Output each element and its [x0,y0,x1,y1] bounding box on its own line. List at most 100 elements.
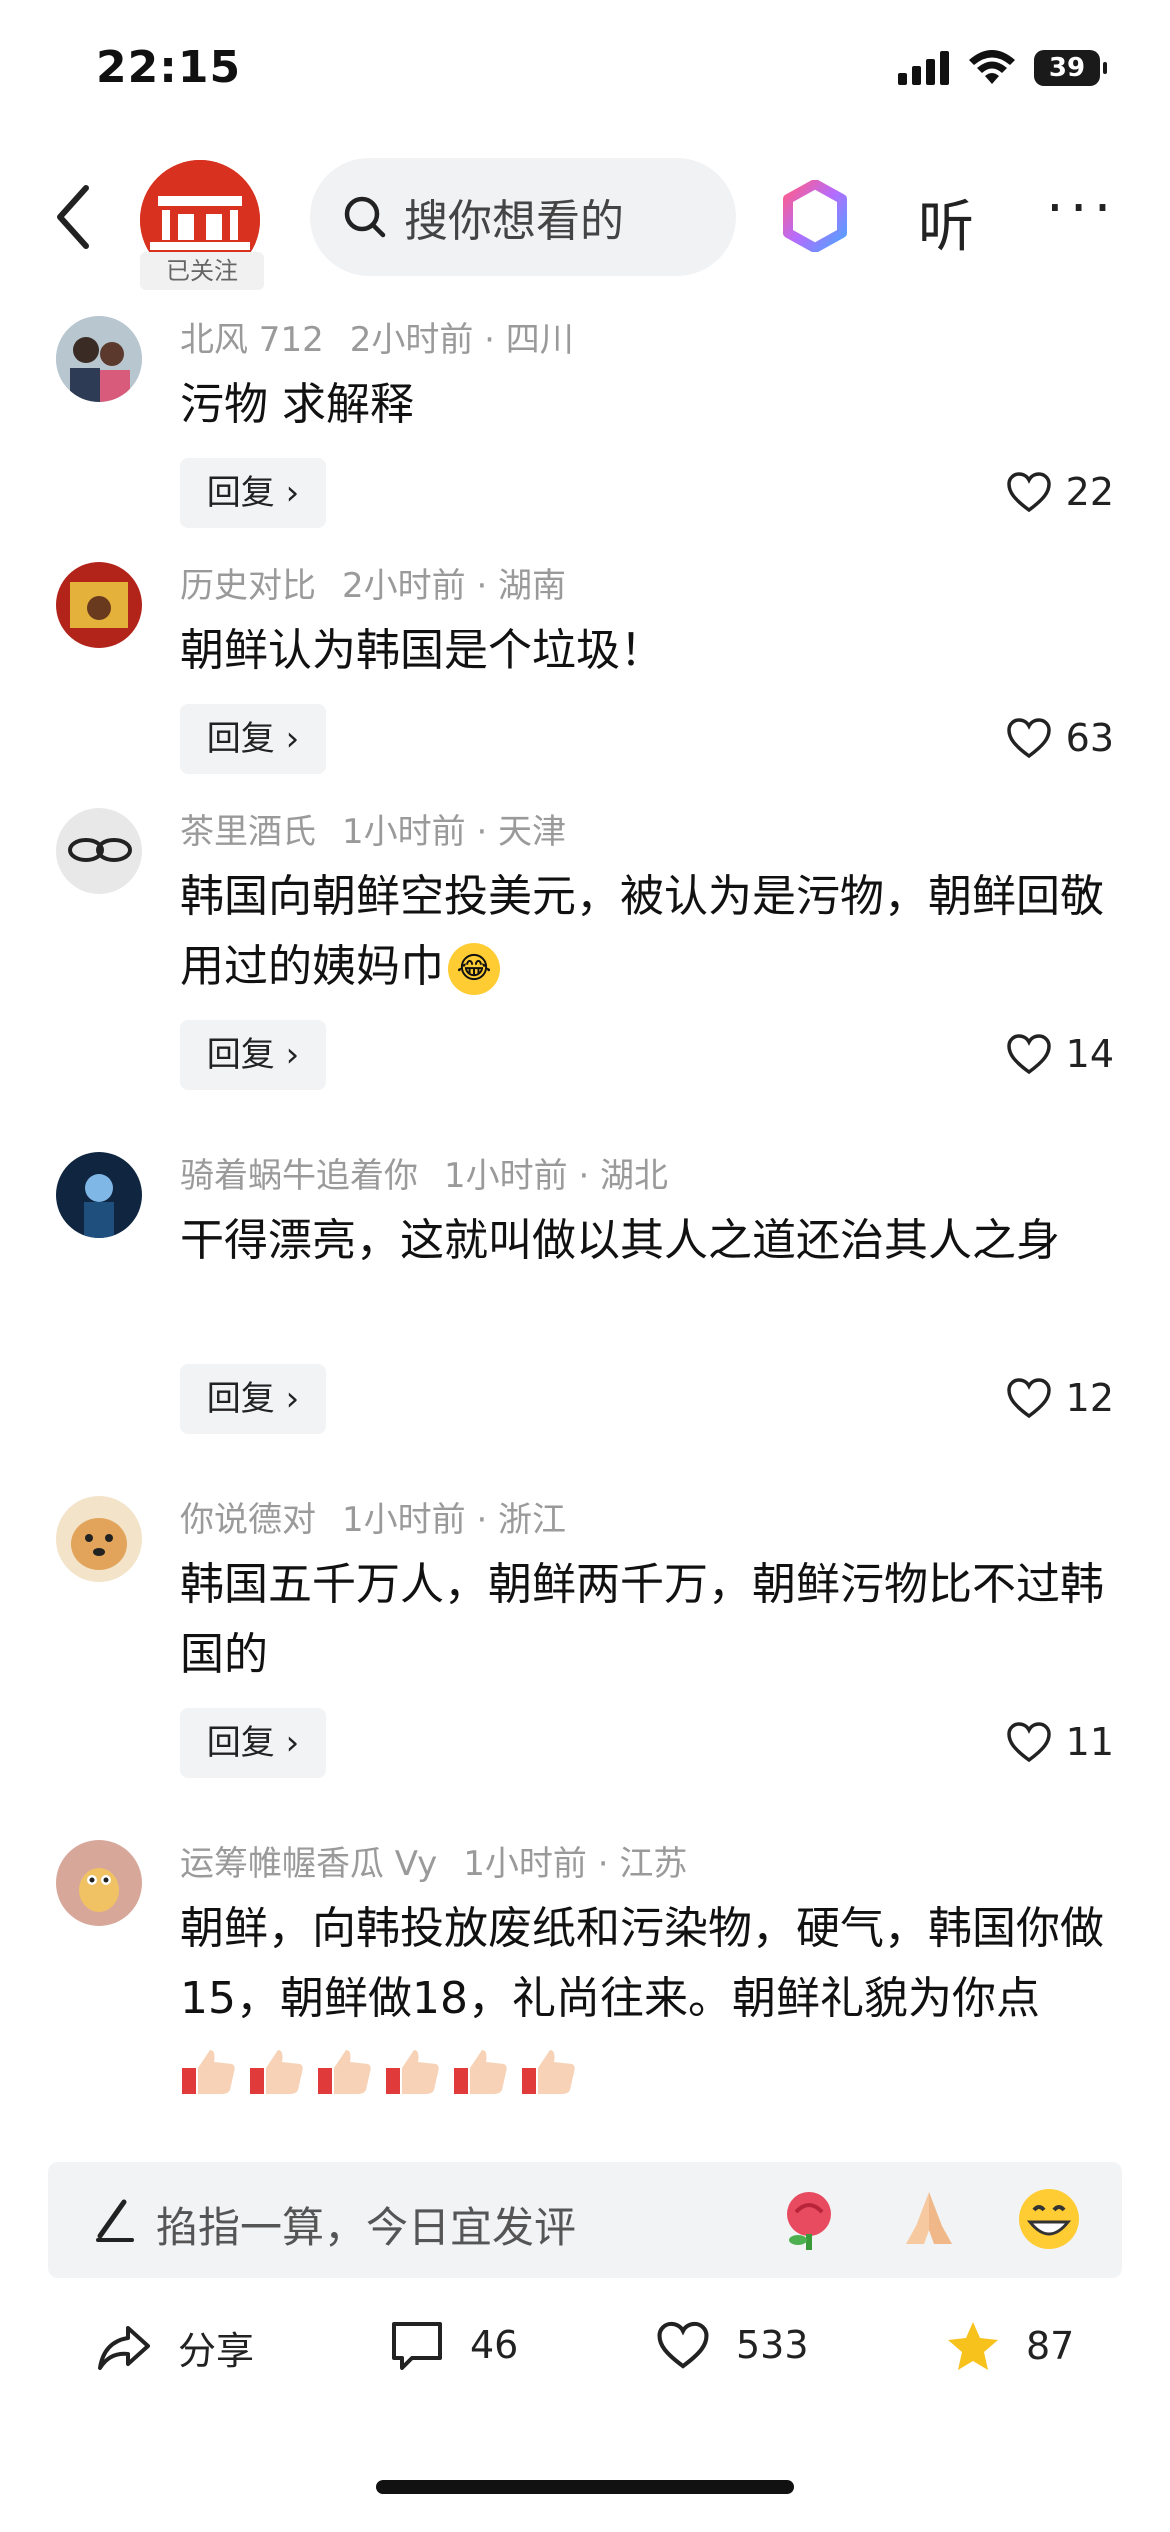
heart-icon [1006,1378,1051,1419]
comment-meta: 北风 712 2小时前 · 四川 [180,312,574,361]
star-icon [948,2322,998,2370]
top-nav: 已关注 搜你想看的 听 ··· [0,150,1170,290]
user-avatar[interactable] [56,316,142,402]
thumbs-up-emoji-row [180,2043,588,2094]
share-icon [98,2325,150,2370]
heart-icon [1006,1034,1051,1075]
user-avatar[interactable] [56,562,142,648]
share-label: 分享 [178,2329,255,2373]
comment-item: 运筹帷幄香瓜 Vy 1小时前 · 江苏 朝鲜，向韩投放废纸和污染物，硬气，韩国你做… [0,1824,1170,2124]
comment-input-bar[interactable]: 掐指一算，今日宜发评 [48,2162,1122,2278]
listen-button[interactable]: 听 [918,182,974,263]
comment-list: 北风 712 2小时前 · 四川 污物 求解释 回复 › 22 历史对比 2小时前 … [0,300,1170,2135]
battery-indicator: 39 [1034,50,1107,86]
search-icon [344,196,386,238]
signal-icon [898,51,949,85]
like-count: 11 [1065,1720,1114,1764]
status-time: 22:15 [96,42,242,93]
like-button[interactable]: 12 [1006,1376,1114,1420]
praying-hands-emoji-icon[interactable] [896,2186,962,2252]
home-indicator [376,2480,794,2494]
reply-button[interactable]: 回复 › [180,1708,326,1778]
comment-text-body: 朝鲜，向韩投放废纸和污染物，硬气，韩国你做15，朝鲜做18，礼尚往来。朝鲜礼貌为… [180,1903,1104,2024]
likes-count: 533 [736,2323,809,2367]
comment-time-location: 1小时前 · 天津 [342,812,567,852]
followed-badge[interactable]: 已关注 [140,252,264,290]
publisher-avatar[interactable]: 已关注 [140,160,264,290]
thumbs-up-icon [520,2046,578,2096]
comment-username[interactable]: 茶里酒氏 [180,812,316,852]
comment-time-location: 1小时前 · 浙江 [342,1500,567,1540]
comment-text: 朝鲜认为韩国是个垃圾！ [180,625,664,676]
status-bar: 22:15 39 [0,0,1170,150]
comment-item: 你说德对 1小时前 · 浙江 韩国五千万人，朝鲜两千万，朝鲜污物比不过韩国的 回复… [0,1480,1170,1824]
more-button[interactable]: ··· [1046,176,1117,241]
comment-meta: 骑着蜗牛追着你 1小时前 · 湖北 [180,1148,668,1197]
like-button[interactable]: 22 [1006,470,1114,514]
like-button[interactable]: 11 [1006,1720,1114,1764]
comment-text: 干得漂亮，这就叫做以其人之道还治其人之身 [180,1215,1060,1266]
pen-icon [96,2199,134,2242]
user-avatar[interactable] [56,1152,142,1238]
search-placeholder: 搜你想看的 [404,196,624,247]
laughing-crying-emoji-icon: 😂 [448,943,500,995]
thumbs-up-icon [316,2046,374,2096]
comment-username[interactable]: 历史对比 [180,566,316,606]
comment-meta: 运筹帷幄香瓜 Vy 1小时前 · 江苏 [180,1836,687,1885]
like-count: 63 [1065,716,1114,760]
comment-username[interactable]: 骑着蜗牛追着你 [180,1156,418,1196]
like-button[interactable]: 14 [1006,1032,1114,1076]
reply-button[interactable]: 回复 › [180,458,326,528]
grinning-emoji-icon[interactable] [1016,2186,1082,2252]
heart-icon [1006,472,1051,513]
reply-button[interactable]: 回复 › [180,704,326,774]
user-avatar[interactable] [56,808,142,894]
comment-item: 茶里酒氏 1小时前 · 天津 韩国向朝鲜空投美元，被认为是污物，朝鲜回敬用过的姨妈… [0,792,1170,1136]
user-avatar[interactable] [56,1840,142,1926]
like-count: 22 [1065,470,1114,514]
comment-item: 北风 712 2小时前 · 四川 污物 求解释 回复 › 22 [0,300,1170,546]
heart-icon [1006,1722,1051,1763]
likes-button[interactable]: 533 [656,2320,809,2370]
favorite-button[interactable]: 87 [946,2320,1074,2372]
reply-button[interactable]: 回复 › [180,1020,326,1090]
comment-meta: 历史对比 2小时前 · 湖南 [180,558,566,607]
comments-count: 46 [470,2323,519,2367]
share-button[interactable]: 分享 [96,2320,254,2375]
comment-time-location: 2小时前 · 四川 [349,320,574,360]
thumbs-up-icon [452,2046,510,2096]
comment-username[interactable]: 你说德对 [180,1500,316,1540]
comment-text-body: 韩国向朝鲜空投美元，被认为是污物，朝鲜回敬用过的姨妈巾 [180,871,1104,992]
status-icons: 39 [898,50,1107,86]
like-count: 14 [1065,1032,1114,1076]
rose-emoji-icon[interactable] [776,2186,842,2252]
comment-username[interactable]: 北风 712 [180,320,324,360]
search-box[interactable]: 搜你想看的 [310,158,736,276]
ai-assistant-icon[interactable] [782,180,848,252]
comment-text: 污物 求解释 [180,379,414,430]
reply-button[interactable]: 回复 › [180,1364,326,1434]
thumbs-up-icon [384,2046,442,2096]
comment-time-location: 1小时前 · 江苏 [463,1844,688,1884]
comment-text: 朝鲜，向韩投放废纸和污染物，硬气，韩国你做15，朝鲜做18，礼尚往来。朝鲜礼貌为… [180,1894,1110,2104]
thumbs-up-icon [180,2046,238,2096]
comment-meta: 茶里酒氏 1小时前 · 天津 [180,804,566,853]
back-arrow-icon[interactable] [48,182,98,252]
comment-time-location: 1小时前 · 湖北 [444,1156,669,1196]
comment-bubble-icon [392,2322,442,2370]
comments-button[interactable]: 46 [390,2320,518,2370]
thumbs-up-icon [248,2046,306,2096]
user-avatar[interactable] [56,1496,142,1582]
heart-icon [1006,718,1051,759]
like-button[interactable]: 63 [1006,716,1114,760]
comment-text: 韩国五千万人，朝鲜两千万，朝鲜污物比不过韩国的 [180,1559,1104,1680]
like-count: 12 [1065,1376,1114,1420]
wifi-icon [969,50,1015,84]
bottom-action-bar: 分享 46 533 87 [0,2300,1170,2420]
comment-input-placeholder: 掐指一算，今日宜发评 [156,2203,577,2252]
comment-text: 韩国向朝鲜空投美元，被认为是污物，朝鲜回敬用过的姨妈巾 😂 [180,862,1110,1002]
comment-time-location: 2小时前 · 湖南 [342,566,567,606]
comment-item: 骑着蜗牛追着你 1小时前 · 湖北 干得漂亮，这就叫做以其人之道还治其人之身 回复… [0,1136,1170,1480]
heart-icon [657,2321,709,2369]
comment-username[interactable]: 运筹帷幄香瓜 Vy [180,1844,437,1884]
